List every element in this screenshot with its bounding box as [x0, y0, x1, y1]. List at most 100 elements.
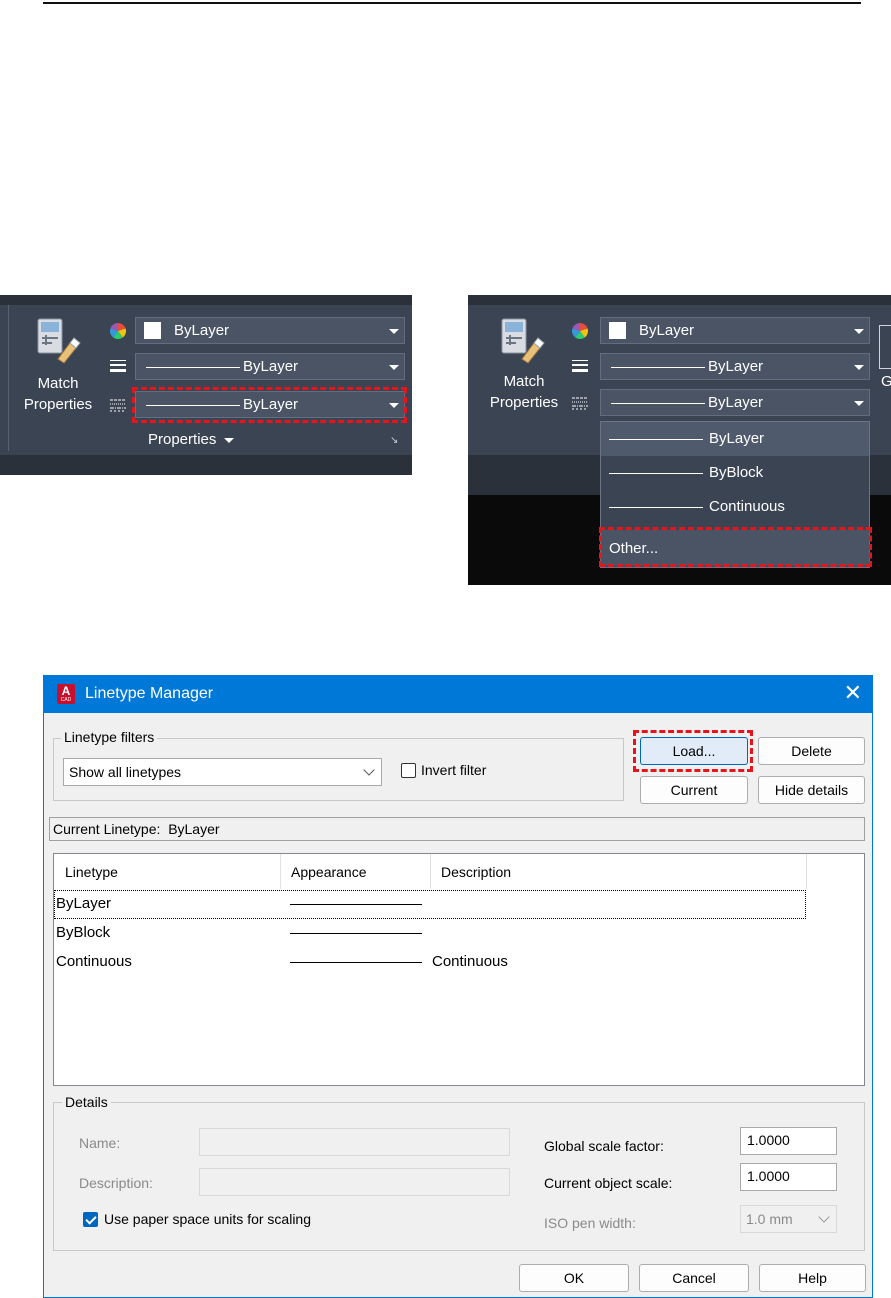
column-divider [806, 854, 807, 889]
current-object-scale-input[interactable]: 1.0000 [740, 1163, 837, 1191]
dropdown-item-label: ByBlock [709, 464, 764, 481]
ribbon-properties-panel-open: Match Properties ByLayer ByLayer ByLayer… [468, 295, 891, 585]
next-panel-fragment [879, 325, 891, 369]
ribbon-top-strip [0, 295, 412, 305]
chevron-down-icon [818, 1211, 830, 1223]
appearance-preview [290, 962, 422, 963]
color-wheel-icon [110, 323, 126, 339]
linetype-name: ByLayer [56, 895, 112, 912]
delete-button[interactable]: Delete [758, 737, 865, 765]
linetype-list[interactable]: Linetype Appearance Description ByLayer … [53, 853, 865, 1086]
cancel-button[interactable]: Cancel [639, 1264, 749, 1292]
chevron-down-icon [854, 401, 864, 406]
iso-pen-width-value: 1.0 mm [746, 1211, 793, 1227]
load-button[interactable]: Load... [640, 737, 748, 765]
description-label: Description: [79, 1175, 153, 1191]
current-button[interactable]: Current [640, 776, 748, 804]
lineweight-icon [572, 360, 588, 372]
linetype-combo[interactable]: ByLayer [600, 389, 870, 416]
current-object-scale-label: Current object scale: [544, 1175, 673, 1191]
match-properties-label[interactable]: Match Properties [484, 371, 564, 413]
ribbon-properties-panel: Match Properties ByLayer ByLayer ByLayer… [0, 295, 412, 475]
close-icon[interactable]: ✕ [844, 680, 862, 706]
dropdown-item-label: ByLayer [709, 430, 765, 447]
dropdown-item-other[interactable]: Other... [601, 530, 869, 566]
iso-pen-width-select[interactable]: 1.0 mm [740, 1205, 837, 1233]
linetype-description: Continuous [432, 953, 508, 970]
column-header-description[interactable]: Description [430, 854, 806, 889]
dropdown-item-continuous[interactable]: Continuous [601, 490, 869, 524]
lineweight-combo-value: ByLayer [243, 358, 299, 375]
current-object-scale-value: 1.0000 [747, 1168, 790, 1184]
chevron-down-icon [854, 365, 864, 370]
table-row[interactable]: ByBlock [54, 919, 806, 948]
color-combo-value: ByLayer [174, 322, 230, 339]
hide-details-button[interactable]: Hide details [758, 776, 865, 804]
linetype-combo-value: ByLayer [708, 394, 764, 411]
color-combo-value: ByLayer [639, 322, 695, 339]
line-preview [611, 367, 705, 368]
linetype-icon [572, 397, 588, 410]
linetype-icon [110, 399, 126, 412]
linetype-filter-select[interactable]: Show all linetypes [63, 758, 382, 786]
line-preview [609, 439, 703, 440]
linetype-name: Continuous [56, 953, 132, 970]
dropdown-item-bylayer[interactable]: ByLayer [601, 422, 869, 456]
help-button[interactable]: Help [759, 1264, 866, 1292]
linetype-combo[interactable]: ByLayer [135, 391, 405, 418]
global-scale-label: Global scale factor: [544, 1138, 664, 1154]
paper-space-units-label[interactable]: Use paper space units for scaling [104, 1211, 311, 1227]
description-field[interactable] [199, 1168, 510, 1196]
dialog-launcher-icon[interactable]: ↘ [390, 435, 398, 446]
properties-panel-label[interactable]: Properties [148, 431, 235, 448]
line-preview [146, 367, 240, 368]
chevron-down-icon [854, 329, 864, 334]
current-linetype-text: Current Linetype: ByLayer [53, 821, 220, 837]
lineweight-combo[interactable]: ByLayer [135, 353, 405, 380]
dropdown-item-byblock[interactable]: ByBlock [601, 456, 869, 490]
appearance-preview [290, 904, 422, 905]
lineweight-combo[interactable]: ByLayer [600, 353, 870, 380]
appearance-preview [290, 933, 422, 934]
chevron-down-icon [224, 437, 235, 443]
chevron-down-icon [389, 329, 399, 334]
global-scale-input[interactable]: 1.0000 [740, 1127, 837, 1155]
color-combo[interactable]: ByLayer [600, 317, 870, 344]
chevron-down-icon [389, 365, 399, 370]
color-combo[interactable]: ByLayer [135, 317, 405, 344]
invert-filter-label[interactable]: Invert filter [421, 762, 486, 778]
match-properties-icon[interactable] [36, 317, 82, 365]
next-panel-label: G [881, 373, 891, 390]
paper-space-units-checkbox[interactable] [83, 1212, 98, 1227]
table-row[interactable]: Continuous Continuous [54, 948, 806, 977]
dropdown-item-label: Continuous [709, 498, 785, 515]
dialog-titlebar: A CAD Linetype Manager ✕ [44, 676, 872, 713]
column-header-linetype[interactable]: Linetype [54, 854, 280, 889]
invert-filter-checkbox[interactable] [401, 763, 416, 778]
table-row[interactable]: ByLayer [54, 890, 806, 919]
match-properties-icon[interactable] [500, 317, 546, 365]
linetype-name: ByBlock [56, 924, 111, 941]
linetype-filters-label: Linetype filters [61, 729, 158, 745]
linetype-filter-value: Show all linetypes [69, 764, 182, 780]
global-scale-value: 1.0000 [747, 1132, 790, 1148]
lineweight-icon [110, 360, 126, 372]
chevron-down-icon [363, 764, 375, 776]
iso-pen-width-label: ISO pen width: [544, 1215, 636, 1231]
line-preview [146, 405, 240, 406]
linetype-dropdown-list: ByLayer ByBlock Continuous Other... [600, 421, 870, 568]
dialog-title: Linetype Manager [85, 685, 214, 702]
match-properties-label[interactable]: Match Properties [18, 373, 98, 415]
chevron-down-icon [389, 403, 399, 408]
page-top-rule [43, 2, 861, 4]
autocad-app-icon: A CAD [57, 684, 75, 704]
linetype-combo-value: ByLayer [243, 396, 299, 413]
ribbon-top-strip [468, 295, 891, 305]
ribbon-bottom-strip [0, 455, 412, 475]
line-preview [609, 473, 703, 474]
color-swatch [609, 322, 626, 339]
column-header-appearance[interactable]: Appearance [280, 854, 430, 889]
ok-button[interactable]: OK [519, 1264, 629, 1292]
current-linetype-bar: Current Linetype: ByLayer [49, 817, 865, 841]
name-field[interactable] [199, 1128, 510, 1156]
